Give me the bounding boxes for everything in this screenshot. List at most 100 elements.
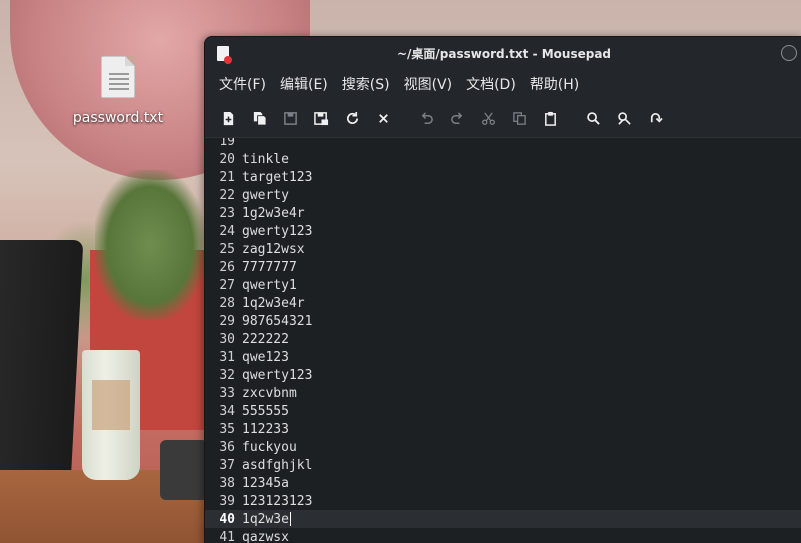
editor-line[interactable]: 32 qwerty123 <box>205 366 801 384</box>
editor-line[interactable]: 23 1g2w3e4r <box>205 204 801 222</box>
line-number: 32 <box>219 367 235 383</box>
text-file-icon <box>101 56 135 98</box>
paste-button[interactable] <box>537 105 563 131</box>
line-text[interactable]: qwerty123 <box>239 368 312 383</box>
line-text[interactable]: 112233 <box>239 422 289 437</box>
reload-button[interactable] <box>339 105 365 131</box>
editor-line[interactable]: 41 qazwsx <box>205 528 801 543</box>
line-number: 37 <box>219 457 235 473</box>
line-number: 19 <box>219 137 235 149</box>
line-text[interactable]: 1q2w3e <box>239 512 291 527</box>
line-number: 34 <box>219 403 235 419</box>
line-text[interactable]: gwerty <box>239 188 289 203</box>
search-button[interactable] <box>580 105 606 131</box>
menu-document[interactable]: 文档(D) <box>460 70 522 98</box>
window-title: ~/桌面/password.txt - Mousepad <box>396 47 612 61</box>
line-number: 33 <box>219 385 235 401</box>
menu-file[interactable]: 文件(F) <box>213 70 272 98</box>
menu-help[interactable]: 帮助(H) <box>524 70 585 98</box>
line-number: 30 <box>219 331 235 347</box>
search-icon <box>586 111 600 125</box>
line-number: 24 <box>219 223 235 239</box>
new-document-icon <box>223 111 233 125</box>
menu-search[interactable]: 搜索(S) <box>336 70 396 98</box>
line-text[interactable]: 222222 <box>239 332 289 347</box>
text-cursor <box>289 512 291 526</box>
line-text[interactable]: qazwsx <box>239 530 289 543</box>
line-text[interactable]: asdfghjkl <box>239 458 312 473</box>
copy-button[interactable] <box>506 105 532 131</box>
editor-line[interactable]: 36 fuckyou <box>205 438 801 456</box>
line-text[interactable]: 1q2w3e4r <box>239 296 305 311</box>
editor-line[interactable]: 35 112233 <box>205 420 801 438</box>
line-text[interactable]: 123123123 <box>239 494 312 509</box>
editor-line[interactable]: 30 222222 <box>205 330 801 348</box>
redo-icon <box>450 111 462 124</box>
line-number: 21 <box>219 169 235 185</box>
line-number: 31 <box>219 349 235 365</box>
save-as-button[interactable] <box>308 105 334 131</box>
paste-icon <box>544 111 556 126</box>
line-text[interactable]: 1g2w3e4r <box>239 206 305 221</box>
line-number: 23 <box>219 205 235 221</box>
line-text[interactable]: qwe123 <box>239 350 289 365</box>
line-number: 29 <box>219 313 235 329</box>
editor-line[interactable]: 37 asdfghjkl <box>205 456 801 474</box>
line-number: 36 <box>219 439 235 455</box>
window-close-button[interactable] <box>781 45 797 61</box>
editor-line[interactable]: 22 gwerty <box>205 186 801 204</box>
new-document-button[interactable] <box>215 105 241 131</box>
menu-edit[interactable]: 编辑(E) <box>274 70 334 98</box>
line-number: 22 <box>219 187 235 203</box>
editor-line[interactable]: 20 tinkle <box>205 150 801 168</box>
mousepad-window: ~/桌面/password.txt - Mousepad 文件(F) 编辑(E)… <box>204 36 801 543</box>
editor-line[interactable]: 25 zag12wsx <box>205 240 801 258</box>
wallpaper-cup-label <box>92 380 130 430</box>
toolbar <box>205 99 801 137</box>
line-text[interactable]: zag12wsx <box>239 242 305 257</box>
cut-icon <box>481 111 495 125</box>
editor-line[interactable]: 28 1q2w3e4r <box>205 294 801 312</box>
editor-line[interactable]: 33 zxcvbnm <box>205 384 801 402</box>
menu-bar: 文件(F) 编辑(E) 搜索(S) 视图(V) 文档(D) 帮助(H) <box>205 69 801 99</box>
line-number: 39 <box>219 493 235 509</box>
text-editor[interactable]: 19 20 tinkle 21 target123 22 gwerty 23 1g2w3e4r 2… <box>205 137 801 543</box>
line-text[interactable]: gwerty123 <box>239 224 312 239</box>
line-text[interactable]: 555555 <box>239 404 289 419</box>
editor-line[interactable]: 19 <box>205 137 801 150</box>
editor-line[interactable]: 38 12345a <box>205 474 801 492</box>
desktop-file-password[interactable]: password.txt <box>70 56 166 126</box>
cut-button[interactable] <box>475 105 501 131</box>
line-text[interactable]: target123 <box>239 170 312 185</box>
go-to-line-button[interactable] <box>642 105 668 131</box>
line-number: 25 <box>219 241 235 257</box>
title-bar[interactable]: ~/桌面/password.txt - Mousepad <box>205 37 801 69</box>
line-text[interactable]: fuckyou <box>239 440 297 455</box>
undo-button[interactable] <box>413 105 439 131</box>
line-text[interactable]: 987654321 <box>239 314 312 329</box>
editor-line[interactable]: 24 gwerty123 <box>205 222 801 240</box>
current-line[interactable]: 40 1q2w3e <box>205 510 801 528</box>
line-text[interactable]: 7777777 <box>239 260 297 275</box>
find-replace-button[interactable] <box>611 105 637 131</box>
line-text[interactable]: 12345a <box>239 476 289 491</box>
line-text[interactable]: qwerty1 <box>239 278 297 293</box>
line-number: 38 <box>219 475 235 491</box>
redo-button[interactable] <box>444 105 470 131</box>
new-window-icon <box>253 111 267 126</box>
editor-line[interactable]: 29 987654321 <box>205 312 801 330</box>
editor-line[interactable]: 34 555555 <box>205 402 801 420</box>
editor-line[interactable]: 39 123123123 <box>205 492 801 510</box>
editor-line[interactable]: 26 7777777 <box>205 258 801 276</box>
editor-line[interactable]: 31 qwe123 <box>205 348 801 366</box>
line-text[interactable]: zxcvbnm <box>239 386 297 401</box>
menu-view[interactable]: 视图(V) <box>398 70 459 98</box>
editor-line[interactable]: 27 qwerty1 <box>205 276 801 294</box>
close-document-button[interactable] <box>370 105 396 131</box>
reload-icon <box>346 111 358 124</box>
save-button[interactable] <box>277 105 303 131</box>
line-text[interactable]: tinkle <box>239 152 289 167</box>
editor-line[interactable]: 21 target123 <box>205 168 801 186</box>
new-window-button[interactable] <box>246 105 272 131</box>
line-number: 40 <box>219 511 235 527</box>
